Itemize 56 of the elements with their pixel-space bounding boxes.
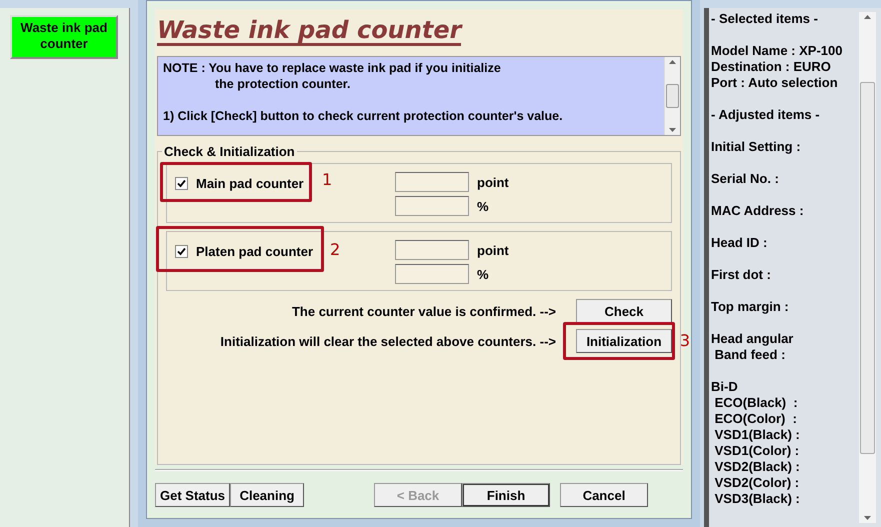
point-field[interactable] <box>395 172 469 192</box>
info-text: Band feed : <box>714 347 786 362</box>
info-text: Top margin : <box>711 299 789 314</box>
info-text: VSD2(Color) : <box>714 475 800 490</box>
action-text: The current counter value is confirmed. --> <box>292 304 556 318</box>
checkbox[interactable] <box>175 245 188 258</box>
info-text: Serial No. : <box>711 171 779 186</box>
scroll-down-icon[interactable] <box>669 128 676 132</box>
info-text: VSD2(Black) : <box>714 459 800 474</box>
info-text: Bi-D <box>711 379 738 394</box>
dialog-button[interactable]: Get Status <box>155 483 230 507</box>
info-text: MAC Address : <box>711 203 804 218</box>
note-text: the protection counter. <box>215 77 350 91</box>
annotation-number: 1 <box>322 170 332 189</box>
percent-field[interactable] <box>395 264 469 284</box>
unit-label: % <box>477 266 490 282</box>
point-field[interactable] <box>395 240 469 260</box>
info-text: Destination : EURO <box>711 59 831 74</box>
scrollbar[interactable] <box>664 57 680 135</box>
annotation-number: 3 <box>680 331 690 350</box>
dialog-button[interactable]: Cleaning <box>230 483 304 507</box>
checkbox[interactable] <box>175 177 188 190</box>
dialog-button[interactable]: Finish <box>462 483 550 507</box>
info-text: Head ID : <box>711 235 768 250</box>
action-button[interactable]: Check <box>576 299 672 323</box>
info-text: Head angular <box>711 331 794 346</box>
scroll-down-icon[interactable] <box>864 516 871 520</box>
group-title: Check & Initialization <box>163 144 296 159</box>
checkbox-label: Main pad counter <box>196 176 304 191</box>
info-text: Model Name : XP-100 <box>711 43 842 58</box>
info-text: VSD1(Color) : <box>714 443 800 458</box>
info-text: VSD1(Black) : <box>714 427 800 442</box>
note-text: 1) Click [Check] button to check current protection counter's value. <box>163 109 563 123</box>
dialog-button[interactable]: Cancel <box>560 483 648 507</box>
info-text: Initial Setting : <box>711 139 801 154</box>
action-text: Initialization will clear the selected above counters. --> <box>220 334 556 348</box>
info-text: ECO(Black) : <box>714 395 798 410</box>
action-button[interactable]: Initialization <box>576 329 672 353</box>
info-text: - Selected items - <box>711 11 818 26</box>
menu-button[interactable]: Waste ink pad counter <box>10 15 118 59</box>
info-text: - Adjusted items - <box>711 107 820 122</box>
page-title: Waste ink pad counter <box>157 17 462 46</box>
percent-field[interactable] <box>395 196 469 216</box>
unit-label: point <box>477 174 509 190</box>
checkbox-label: Platen pad counter <box>196 244 314 259</box>
scroll-up-icon[interactable] <box>669 60 676 64</box>
info-text: VSD3(Black) : <box>714 491 800 506</box>
info-text: First dot : <box>711 267 771 282</box>
info-text: Port : Auto selection <box>711 75 838 90</box>
unit-label: % <box>477 198 490 214</box>
unit-label: point <box>477 242 509 258</box>
scrollbar[interactable] <box>859 12 876 523</box>
info-text: ECO(Color) : <box>714 411 797 426</box>
annotation-number: 2 <box>330 240 340 259</box>
scroll-up-icon[interactable] <box>864 15 871 19</box>
note-text: NOTE : You have to replace waste ink pad if you initialize <box>163 61 501 75</box>
